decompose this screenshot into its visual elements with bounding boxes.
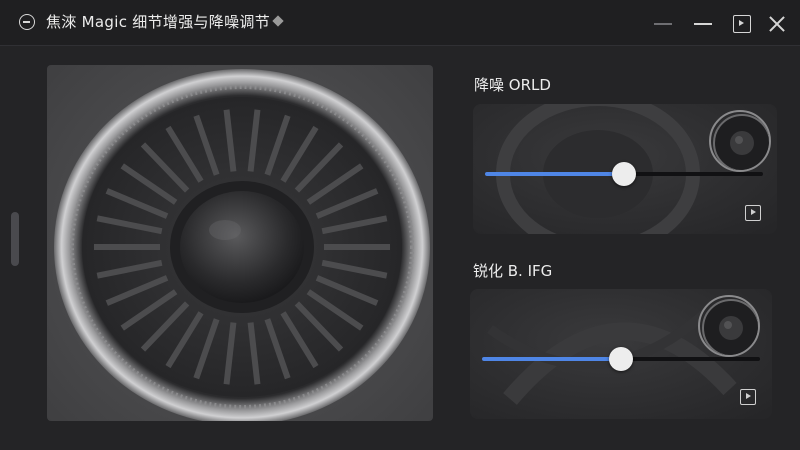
window-title-text: 焦淶 Magic 细节增强与降噪调节 <box>46 13 271 31</box>
sharpen-slider-knob[interactable] <box>609 347 633 371</box>
window-title: 焦淶 Magic 细节增强与降噪调节 <box>46 11 284 32</box>
sharpen-label: 锐化 B. IFG <box>473 262 553 280</box>
sharpen-panel <box>470 289 772 419</box>
title-bar: 焦淶 Magic 细节增强与降噪调节 <box>0 0 800 46</box>
maximize-button[interactable] <box>731 13 753 35</box>
close-button[interactable] <box>766 13 788 35</box>
denoise-label: 降噪 ORLD <box>474 76 551 94</box>
sharpen-preview-play-icon[interactable] <box>740 389 756 405</box>
denoise-slider-knob[interactable] <box>612 162 636 186</box>
denoise-preview-play-icon[interactable] <box>745 205 761 221</box>
sidebar-drag-handle[interactable] <box>11 212 19 266</box>
diamond-icon <box>272 15 284 27</box>
denoise-panel <box>473 104 777 234</box>
app-window: 焦淶 Magic 细节增强与降噪调节 降噪 ORLD 锐化 B. IFG <box>0 0 800 450</box>
collapse-button[interactable] <box>652 13 674 35</box>
denoise-slider-fill <box>485 172 624 176</box>
speaker-grille-image <box>54 69 430 421</box>
sharpen-slider-fill <box>482 357 621 361</box>
minimize-button[interactable] <box>692 13 714 35</box>
denoise-slider[interactable] <box>485 162 763 186</box>
preview-image <box>47 65 433 421</box>
app-logo-icon <box>19 14 35 30</box>
sharpen-slider[interactable] <box>482 347 760 371</box>
